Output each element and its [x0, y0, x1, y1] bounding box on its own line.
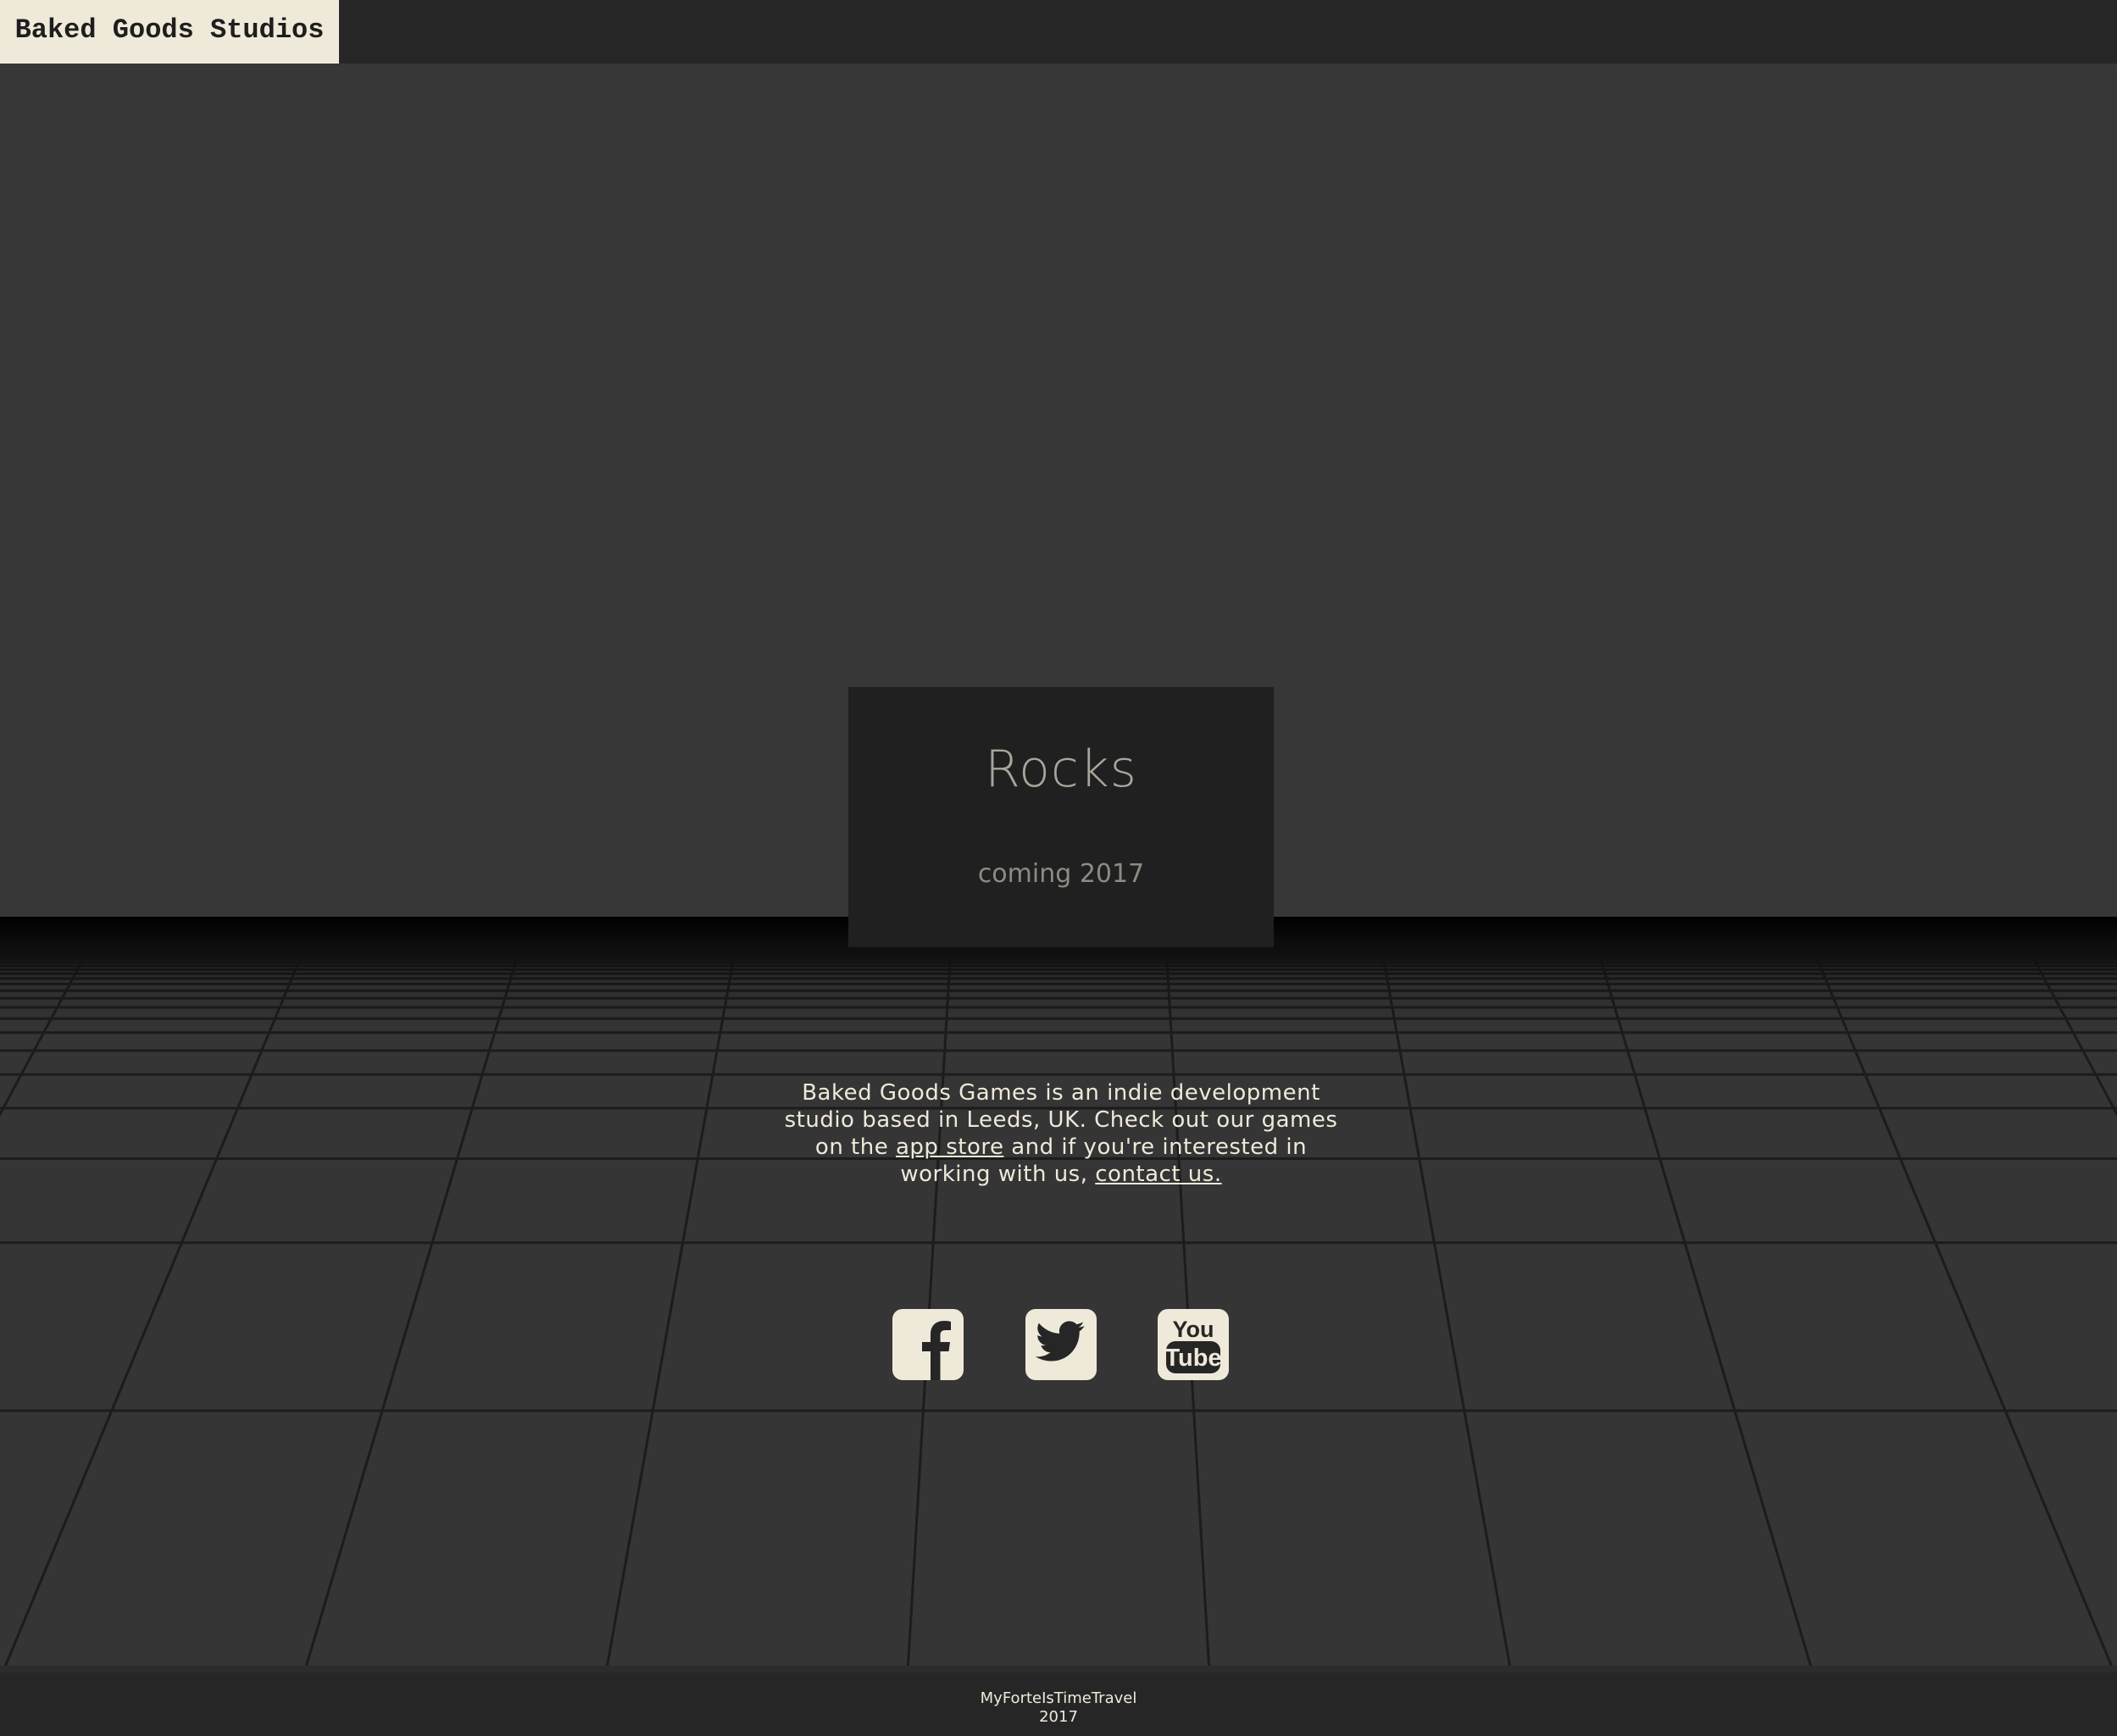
page: Baked Goods Studios Rocks coming 2017 Ba…: [0, 0, 2117, 1736]
brand-logo-link[interactable]: Baked Goods Studios: [0, 0, 339, 64]
facebook-button[interactable]: [892, 1309, 964, 1380]
twitter-icon: [1035, 1321, 1085, 1362]
release-subtitle: coming 2017: [977, 859, 1145, 889]
contact-us-link[interactable]: contact us.: [1095, 1162, 1221, 1187]
youtube-icon: You Tube: [1164, 1317, 1222, 1373]
top-bar: Baked Goods Studios: [0, 0, 2117, 64]
facebook-icon: [922, 1321, 951, 1380]
twitter-button[interactable]: [1025, 1309, 1097, 1380]
footer: MyForteIsTimeTravel 2017: [0, 1666, 2117, 1736]
app-store-link[interactable]: app store: [896, 1134, 1003, 1160]
youtube-you-text: You: [1173, 1317, 1214, 1342]
perspective-grid-floor: [0, 917, 2117, 1666]
youtube-tube-text: Tube: [1164, 1345, 1221, 1372]
youtube-button[interactable]: You Tube: [1158, 1309, 1229, 1380]
about-text: Baked Goods Games is an indie developmen…: [784, 1079, 1338, 1188]
game-title: Rocks: [985, 740, 1137, 799]
footer-year: 2017: [1039, 1708, 1078, 1726]
game-title-card[interactable]: Rocks coming 2017: [848, 687, 1274, 947]
footer-credit: MyForteIsTimeTravel: [980, 1689, 1137, 1707]
